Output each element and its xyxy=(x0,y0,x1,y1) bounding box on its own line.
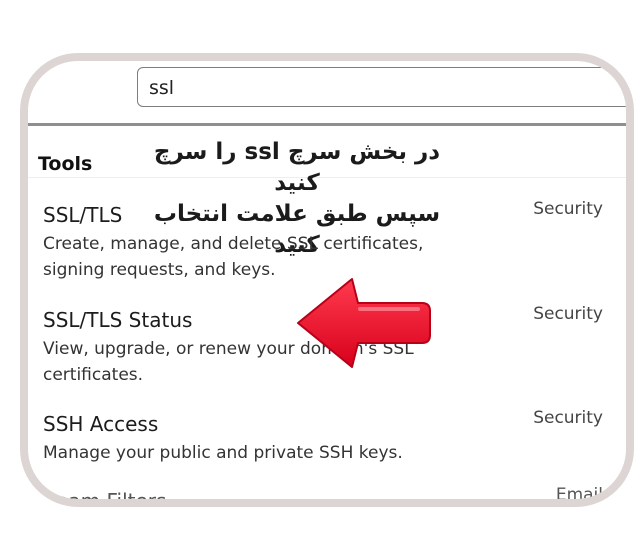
result-category: Security xyxy=(533,408,603,428)
result-category: Email xyxy=(555,485,603,505)
result-title[interactable]: SSL/TLS xyxy=(43,203,603,227)
result-category: Security xyxy=(533,304,603,324)
result-item-spam-filters[interactable]: Spam Filters Email xyxy=(43,485,603,499)
arrow-left-icon xyxy=(297,278,431,368)
result-category: Security xyxy=(533,199,603,219)
divider xyxy=(28,123,626,126)
result-description: Manage your public and private SSH keys. xyxy=(43,443,403,463)
result-title[interactable]: Spam Filters xyxy=(43,489,603,499)
annotation-line-1: در بخش سرچ ssl را سرچ کنید xyxy=(153,139,441,196)
search-input[interactable]: ssl xyxy=(137,67,626,107)
section-title: Tools xyxy=(38,153,93,175)
result-item-ssh-access[interactable]: SSH Access Manage your public and privat… xyxy=(43,408,603,466)
result-item-ssl-tls[interactable]: SSL/TLS Create, manage, and delete SSL c… xyxy=(43,199,603,283)
search-input-value: ssl xyxy=(149,77,175,99)
result-title[interactable]: SSH Access xyxy=(43,412,603,436)
